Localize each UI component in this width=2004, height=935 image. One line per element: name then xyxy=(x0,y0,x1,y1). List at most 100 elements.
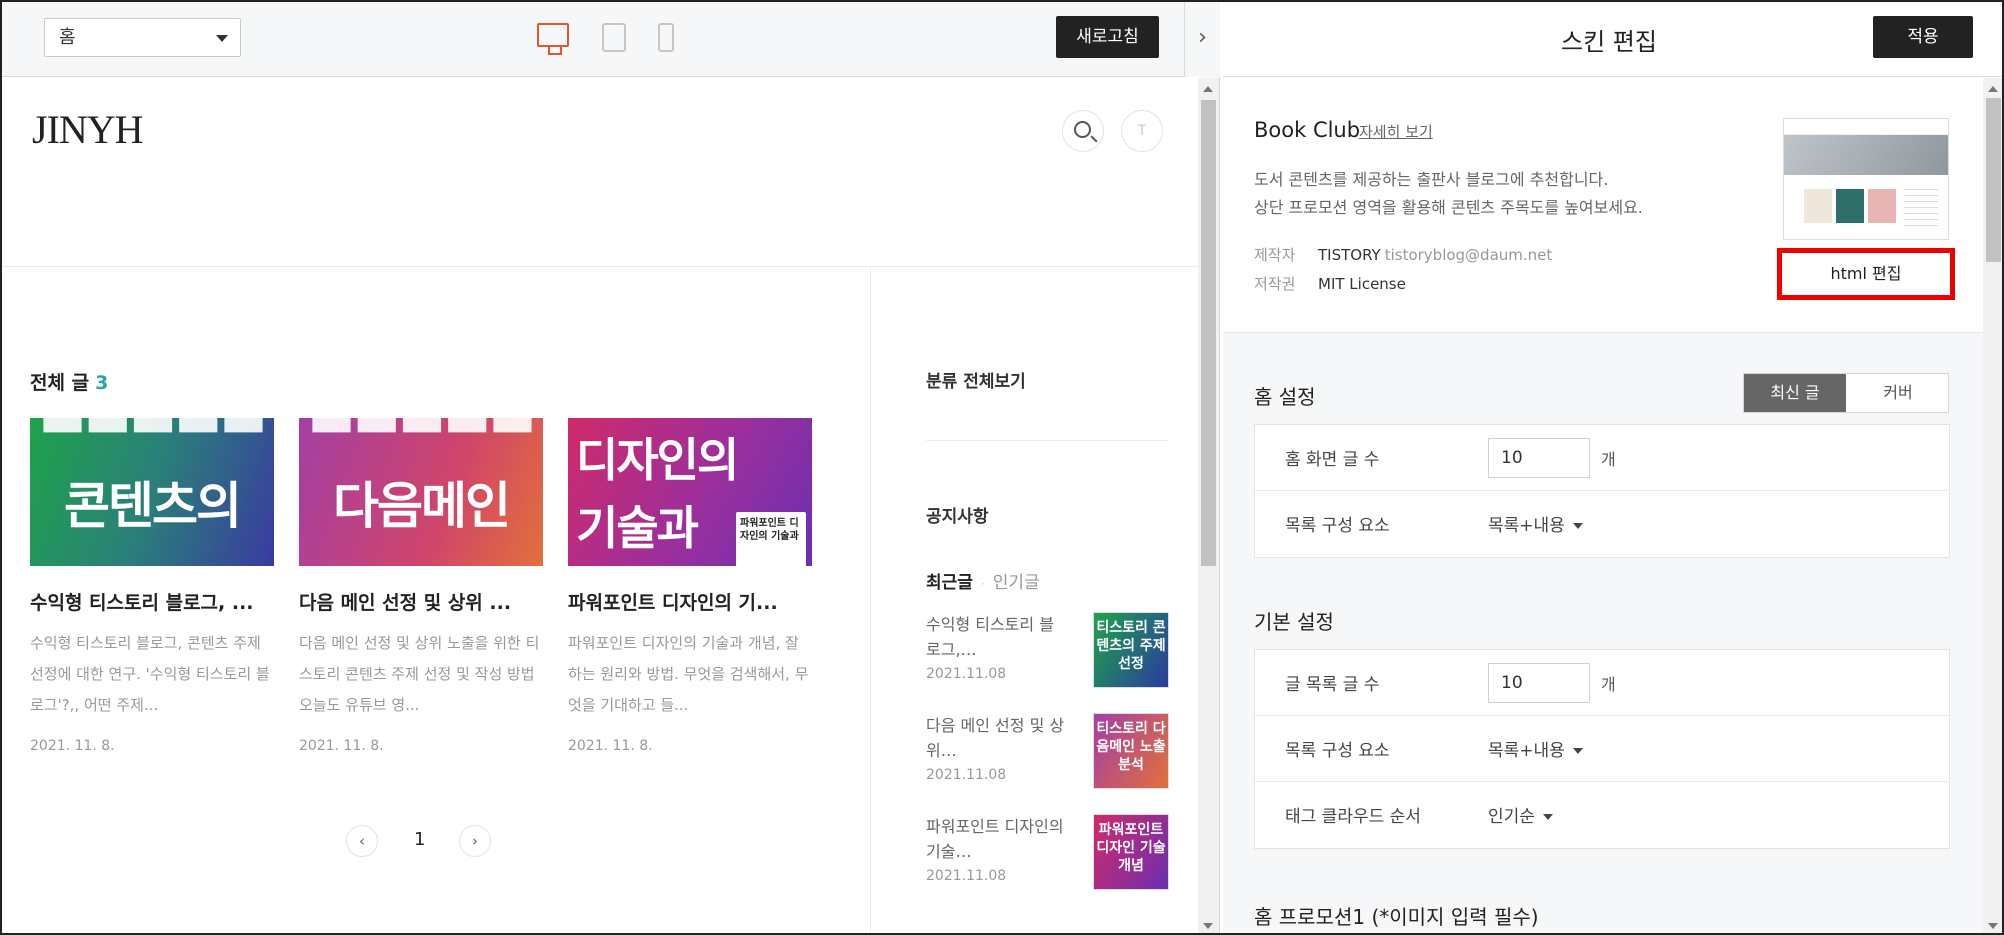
toggle-cover[interactable]: 커버 xyxy=(1847,374,1949,412)
unit-label: 개 xyxy=(1601,450,1616,469)
editor-body: Book Club 자세히 보기 도서 콘텐츠를 제공하는 출판사 블로그에 추… xyxy=(1223,78,1983,933)
preview-scrollbar[interactable] xyxy=(1198,78,1219,933)
post-date: 2021. 11. 8. xyxy=(30,738,115,754)
skin-desc-line: 상단 프로모션 영역을 활용해 콘텐츠 주목도를 높여보세요. xyxy=(1254,198,1643,217)
app-frame: 홈 새로고침 › JINYH T 전체 글3 ▬▬▬▬▬ 콘텐츠의 수익형 티스… xyxy=(0,0,2004,935)
current-page[interactable]: 1 xyxy=(414,829,425,850)
scroll-down-icon[interactable] xyxy=(1988,923,1998,929)
setting-row: 글 목록 글 수 10 개 xyxy=(1255,650,1949,716)
recent-post-thumbnail: 티스토리 다음메인 노출분석 xyxy=(1093,713,1169,789)
blog-preview: JINYH T 전체 글3 ▬▬▬▬▬ 콘텐츠의 수익형 티스토리 블로그, .… xyxy=(2,78,1198,933)
apply-button[interactable]: 적용 xyxy=(1873,16,1973,58)
recent-post-item[interactable]: 수익형 티스토리 블로그,… 2021.11.08 티스토리 콘텐츠의 주제선정 xyxy=(926,612,1171,692)
home-settings-title: 홈 설정 xyxy=(1254,385,1316,409)
post-card[interactable]: 디자인의 기술과 파워포인트 디자인의 기술과 파워포인트 디자인의 기... … xyxy=(568,418,812,754)
list-element-dropdown[interactable]: 목록+내용 xyxy=(1488,736,1583,761)
caret-down-icon xyxy=(216,35,228,42)
scroll-down-icon[interactable] xyxy=(1203,923,1213,929)
thumb-book xyxy=(1868,189,1896,223)
recent-post-date: 2021.11.08 xyxy=(926,767,1007,783)
thumb-banner xyxy=(1784,135,1948,175)
toggle-latest[interactable]: 최신 글 xyxy=(1744,374,1846,412)
scroll-up-icon[interactable] xyxy=(1988,86,1998,92)
skin-editor-pane: 스킨 편집 적용 Book Club 자세히 보기 도서 콘텐츠를 제공하는 출… xyxy=(1223,2,2002,933)
recent-popular-tabs: 최근글 · 인기글 xyxy=(926,568,1040,593)
post-excerpt: 다음 메인 선정 및 상위 노출을 위한 티스토리 콘텐츠 주제 선정 및 작성… xyxy=(299,634,540,714)
post-thumbnail: ▬▬▬▬▬ 다음메인 xyxy=(299,418,543,566)
thumb-badge: 파워포인트 디자인의 기술과 xyxy=(736,512,806,566)
setting-label: 태그 클라우드 순서 xyxy=(1285,807,1421,827)
promo-title: 홈 프로모션1 (*이미지 입력 필수) xyxy=(1254,905,1539,929)
preview-pane: 홈 새로고침 › JINYH T 전체 글3 ▬▬▬▬▬ 콘텐츠의 수익형 티스… xyxy=(2,2,1220,933)
caret-down-icon xyxy=(1542,814,1553,820)
post-card[interactable]: ▬▬▬▬▬ 다음메인 다음 메인 선정 및 상위 ... 다음 메인 선정 및 … xyxy=(299,418,543,754)
post-thumbnail: 디자인의 기술과 파워포인트 디자인의 기술과 xyxy=(568,418,812,566)
recent-post-item[interactable]: 파워포인트 디자인의 기술… 2021.11.08 파워포인트 디자인 기술 개… xyxy=(926,814,1171,894)
editor-scrollbar[interactable] xyxy=(1983,78,2002,933)
maker-row: 제작자 TISTORY tistoryblog@daum.net xyxy=(1254,244,1552,265)
basic-settings-title: 기본 설정 xyxy=(1254,610,1334,634)
refresh-button[interactable]: 새로고침 xyxy=(1056,16,1159,58)
home-settings-panel: 홈 화면 글 수 10 개 목록 구성 요소 목록+내용 xyxy=(1254,424,1950,558)
setting-label: 목록 구성 요소 xyxy=(1285,741,1390,761)
setting-label: 글 목록 글 수 xyxy=(1285,675,1380,695)
dropdown-value: 목록+내용 xyxy=(1488,516,1565,536)
recent-post-title: 수익형 티스토리 블로그,… xyxy=(926,615,1054,659)
prev-page-button[interactable]: ‹ xyxy=(346,825,378,857)
recent-post-date: 2021.11.08 xyxy=(926,666,1007,682)
chevron-right-icon: › xyxy=(472,832,478,850)
maker-value: TISTORY xyxy=(1318,246,1381,264)
scrollbar-thumb[interactable] xyxy=(1201,100,1216,566)
next-page-button[interactable]: › xyxy=(459,825,491,857)
setting-row: 목록 구성 요소 목록+내용 xyxy=(1255,491,1949,557)
unit-label: 개 xyxy=(1601,675,1616,694)
notice-heading[interactable]: 공지사항 xyxy=(926,502,989,527)
detail-link[interactable]: 자세히 보기 xyxy=(1359,121,1433,142)
sidebar-divider-line xyxy=(926,440,1168,441)
setting-label: 홈 화면 글 수 xyxy=(1285,450,1380,470)
recent-post-title: 파워포인트 디자인의 기술… xyxy=(926,817,1064,861)
header-divider xyxy=(2,266,1198,267)
maker-email: tistoryblog@daum.net xyxy=(1384,246,1553,264)
dropdown-value: 목록+내용 xyxy=(1488,741,1565,761)
html-edit-button[interactable]: html 편집 xyxy=(1777,248,1955,300)
home-post-count-input[interactable]: 10 xyxy=(1488,438,1590,478)
skin-description: 도서 콘텐츠를 제공하는 출판사 블로그에 추천합니다. 상단 프로모션 영역을… xyxy=(1254,166,1643,222)
thumb-text-decor: ▬▬▬▬▬ xyxy=(307,418,536,448)
post-title[interactable]: 수익형 티스토리 블로그, ... xyxy=(30,588,274,615)
recent-post-item[interactable]: 다음 메인 선정 및 상위… 2021.11.08 티스토리 다음메인 노출분석 xyxy=(926,713,1171,793)
skin-name: Book Club xyxy=(1254,118,1361,142)
skin-desc-line: 도서 콘텐츠를 제공하는 출판사 블로그에 추천합니다. xyxy=(1254,170,1609,189)
dropdown-value: 인기순 xyxy=(1488,807,1535,827)
setting-row: 목록 구성 요소 목록+내용 xyxy=(1255,716,1949,782)
post-excerpt: 수익형 티스토리 블로그, 콘텐츠 주제 선정에 대한 연구. '수익형 티스토… xyxy=(30,634,270,714)
post-title[interactable]: 다음 메인 선정 및 상위 ... xyxy=(299,588,543,615)
post-date: 2021. 11. 8. xyxy=(568,738,653,754)
collapse-panel-button[interactable]: › xyxy=(1184,2,1220,77)
scroll-up-icon[interactable] xyxy=(1203,86,1213,92)
desktop-view-icon[interactable] xyxy=(537,23,569,55)
page-select[interactable]: 홈 xyxy=(44,18,241,57)
search-button[interactable] xyxy=(1062,110,1104,152)
user-button[interactable]: T xyxy=(1121,110,1163,152)
tab-separator: · xyxy=(980,577,985,591)
post-count: 3 xyxy=(95,372,109,394)
post-title[interactable]: 파워포인트 디자인의 기... xyxy=(568,588,812,615)
mobile-view-icon[interactable] xyxy=(658,23,674,52)
list-post-count-input[interactable]: 10 xyxy=(1488,663,1590,703)
blog-title[interactable]: JINYH xyxy=(32,106,144,153)
tab-recent[interactable]: 최근글 xyxy=(926,573,973,593)
caret-down-icon xyxy=(1572,523,1583,529)
license-row: 저작권 MIT License xyxy=(1254,273,1406,294)
thumb-text-decor: ▬▬▬▬▬ xyxy=(38,418,267,448)
tab-popular[interactable]: 인기글 xyxy=(993,573,1040,593)
list-element-dropdown[interactable]: 목록+내용 xyxy=(1488,511,1583,536)
recent-post-title: 다음 메인 선정 및 상위… xyxy=(926,716,1065,760)
tablet-view-icon[interactable] xyxy=(602,23,626,52)
tag-cloud-order-dropdown[interactable]: 인기순 xyxy=(1488,802,1553,827)
scrollbar-thumb[interactable] xyxy=(1986,98,2001,262)
post-card[interactable]: ▬▬▬▬▬ 콘텐츠의 수익형 티스토리 블로그, ... 수익형 티스토리 블로… xyxy=(30,418,274,754)
skin-info: Book Club 자세히 보기 도서 콘텐츠를 제공하는 출판사 블로그에 추… xyxy=(1223,78,1983,333)
thumb-text: 콘텐츠의 xyxy=(64,477,242,535)
category-all-link[interactable]: 분류 전체보기 xyxy=(926,367,1026,392)
